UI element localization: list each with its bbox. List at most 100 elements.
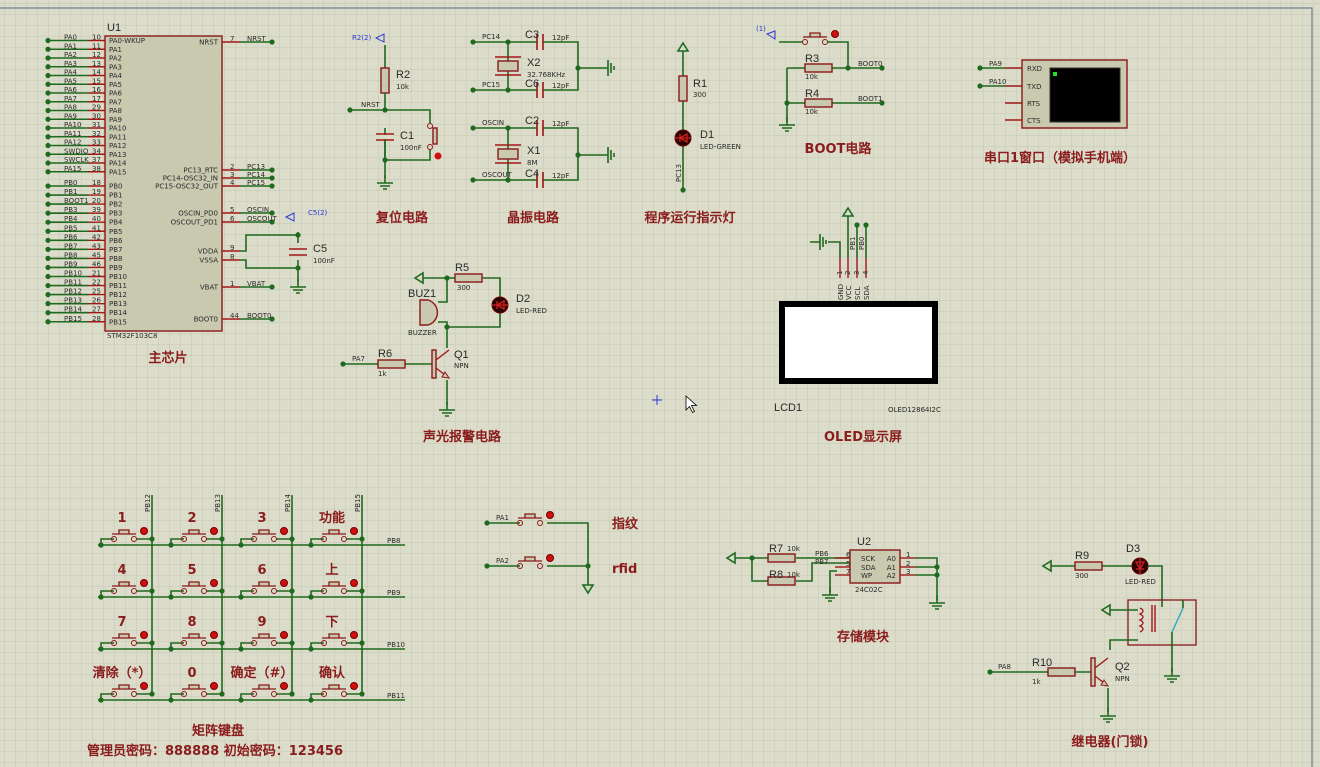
r7-ref: R7 [769,543,783,555]
net-label: PC15 [482,81,500,89]
key-label[interactable]: 确认 [319,665,346,681]
key-label[interactable]: 下 [325,615,338,630]
reset-circuit-title: 复位电路 [375,210,429,226]
c5-ref: C5 [313,243,327,255]
button-state-indicator [280,631,288,639]
junction-dot [308,646,314,652]
u1-net-label: PA7 [64,95,77,103]
u2-pin-number: 6 [846,551,851,559]
key-label[interactable]: 功能 [319,510,345,526]
key-label[interactable]: 2 [187,511,196,526]
junction-dot [45,81,51,87]
buz1-ref: BUZ1 [408,288,436,300]
u1-pin-number: 19 [92,188,101,196]
button-state-indicator [280,579,288,587]
pb1-net-label: PB1 [849,237,857,250]
key-label[interactable]: 7 [117,615,126,630]
junction-dot [505,87,511,93]
junction-dot [269,39,275,45]
u1-pin-name: PC13_RTC [183,167,218,175]
u1-pin-number: 7 [230,35,234,43]
u1-pin-number: 1 [230,280,234,288]
junction-dot [505,125,511,131]
junction-dot [238,697,244,703]
junction-dot [45,183,51,189]
u1-pin-name: NRST [199,39,219,47]
key-label[interactable]: 4 [117,563,126,578]
u1-pin-name: VSSA [199,257,218,265]
u1-pin-name: PA6 [109,90,123,98]
key-label[interactable]: 3 [257,511,266,526]
lcd1-ref: LCD1 [774,402,802,414]
oled-pin-number: 3 [853,271,861,275]
key-label[interactable]: 9 [257,615,266,630]
u1-pin-number: 27 [92,306,101,314]
oled-pin-name: SCL [854,287,862,300]
transistor-icon [1090,657,1096,687]
key-label[interactable]: 5 [187,563,196,578]
u1-pin-name: PB15 [109,318,127,326]
u1-pin-number: 13 [92,60,101,68]
key-label[interactable]: 6 [257,563,266,578]
oled-part: OLED12864I2C [888,406,941,414]
junction-dot [295,265,301,271]
crystal-circuit-title: 晶振电路 [507,210,560,226]
capacitor-value: 12pF [552,34,569,42]
oled-pin-name: GND [837,284,845,300]
button-state-indicator [350,527,358,535]
u2-pin-number: 2 [906,560,910,568]
button-state-indicator [210,527,218,535]
u1-net-label: OSCOUT [247,215,277,223]
u1-pin-name: PA13 [109,151,126,159]
junction-dot [168,594,174,600]
junction-dot [444,275,450,281]
key-label[interactable]: 确定（#） [231,665,294,681]
u1-pin-number: 4 [230,179,235,187]
crystal-icon [497,148,519,160]
u1-net-label: PA15 [64,165,81,173]
junction-dot [45,219,51,225]
button-state-indicator [546,511,554,519]
r2-value: 10k [396,83,410,91]
u2-pin-name: A1 [887,564,896,572]
u1-net-label: PB4 [64,215,78,223]
key-label[interactable]: 0 [187,666,196,681]
key-label[interactable]: 清除（*） [93,665,152,681]
u1-net-label: PB10 [64,270,82,278]
u1-net-label: PB0 [64,179,77,187]
r10-ref: R10 [1032,657,1052,669]
u1-pin-name: PA12 [109,142,126,150]
crystal-value: 8M [527,159,538,167]
capacitor-ref: C6 [525,78,539,90]
fingerprint-label: 指纹 [612,516,639,532]
u2-pin-name: A0 [887,555,896,563]
u1-pin-number: 44 [230,312,239,320]
u1-net-label: PB5 [64,224,77,232]
junction-dot [45,99,51,105]
u1-pin-name: PB14 [109,309,127,317]
boot-probe: (1) [756,25,766,33]
led-icon [491,296,509,314]
schematic-canvas[interactable]: U1 STM32F103C8 PA0 10 PA0-WKUP PA1 11 PA1 PA2 12 P… [0,0,1320,767]
u1-pin-name: VBAT [200,284,219,292]
key-label[interactable]: 上 [325,563,338,578]
u1-pin-name: PC15-OSC32_OUT [155,183,219,191]
u1-net-label: PB6 [64,233,78,241]
u1-net-label: PA5 [64,77,77,85]
r6-value: 1k [378,370,387,378]
u1-pin-number: 16 [92,86,101,94]
r9-ref: R9 [1075,550,1089,562]
u1-net-label: PB11 [64,279,82,287]
column-net-label: PB12 [144,494,152,512]
u1-pin-number: 25 [92,288,101,296]
schematic-sheet[interactable]: U1STM32F103C8PA0 10 PA0-WKUPPA1 11 PA1PA2 12 P… [0,0,1320,767]
junction-dot [238,646,244,652]
terminal-cursor [1053,72,1057,76]
junction-dot [289,536,295,542]
r2-ref: R2 [396,69,410,81]
key-label[interactable]: 1 [117,511,126,526]
buzzer-value: BUZZER [408,329,437,337]
oled-pin-name: SDA [863,285,871,300]
key-label[interactable]: 8 [187,615,196,630]
u1-net-label: PB7 [64,242,77,250]
